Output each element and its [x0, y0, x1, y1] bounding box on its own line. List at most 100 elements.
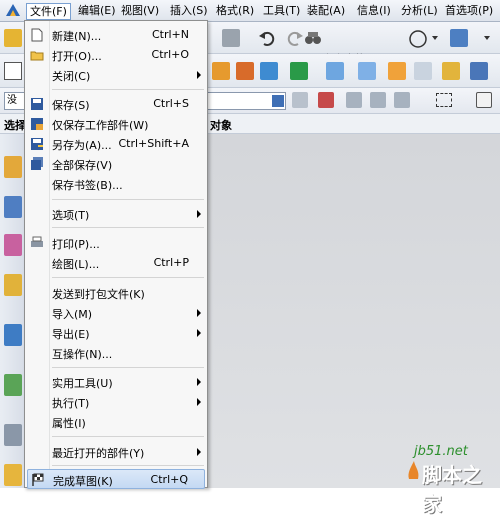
menu-item-shortcut: Ctrl+N: [151, 28, 189, 41]
web-browser-icon[interactable]: [4, 324, 22, 346]
object-label: 对象: [210, 119, 232, 132]
menubar: 文件(F) 编辑(E) 视图(V) 插入(S) 格式(R) 工具(T) 装配(A…: [0, 0, 500, 22]
block-icon[interactable]: [326, 62, 344, 80]
general-selection-icon[interactable]: [292, 92, 308, 108]
menu-file[interactable]: 文件(F): [26, 3, 71, 20]
assembly-navigator-icon[interactable]: [4, 196, 22, 218]
menu-item-shortcut: Ctrl+P: [153, 256, 189, 269]
finish-sketch-flag-icon: [32, 473, 44, 486]
menu-item-save-all[interactable]: 全部保存(V): [27, 154, 205, 174]
selection-label: 选择: [4, 119, 26, 132]
menu-item-label: 仅保存工作部件(W): [52, 119, 149, 132]
shell-icon[interactable]: [442, 62, 460, 80]
menu-item-import[interactable]: 导入(M): [27, 303, 205, 323]
menu-item-open[interactable]: 打开(O)... Ctrl+O: [27, 45, 205, 65]
snap-point-icon[interactable]: [318, 92, 334, 108]
submenu-arrow-icon: [197, 398, 201, 406]
sketch-icon[interactable]: [4, 62, 22, 80]
menu-item-label: 选项(T): [52, 209, 90, 222]
blend-icon[interactable]: [388, 62, 406, 80]
menu-item-shortcut: Ctrl+O: [151, 48, 189, 61]
menu-tools[interactable]: 工具(T): [260, 3, 303, 20]
menu-item-interoperate[interactable]: 互操作(N)...: [27, 343, 205, 363]
menu-view[interactable]: 视图(V): [118, 3, 162, 20]
menu-item-finish-sketch[interactable]: 完成草图(K) Ctrl+Q: [27, 469, 205, 489]
new-file-icon: [31, 28, 43, 42]
menu-item-recent-parts[interactable]: 最近打开的部件(Y): [27, 442, 205, 462]
menu-item-label: 关闭(C): [52, 70, 91, 83]
start-icon[interactable]: [4, 29, 22, 47]
menu-item-new[interactable]: 新建(N)... Ctrl+N: [27, 25, 205, 45]
open-folder-icon: [30, 51, 44, 61]
menu-item-shortcut: Ctrl+S: [153, 97, 189, 110]
menu-preferences[interactable]: 首选项(P): [442, 3, 496, 20]
clock-icon[interactable]: [4, 424, 22, 446]
part-navigator-icon[interactable]: [4, 156, 22, 178]
nx-logo-icon[interactable]: [4, 2, 22, 20]
menu-analysis[interactable]: 分析(L): [398, 3, 441, 20]
surface-icon[interactable]: [358, 62, 376, 80]
menu-item-label: 导入(M): [52, 308, 93, 321]
select-curves-icon[interactable]: [394, 92, 410, 108]
menu-item-label: 全部保存(V): [52, 159, 113, 172]
chevron-down-icon[interactable]: [432, 36, 438, 40]
menu-item-label: 实用工具(U): [52, 377, 113, 390]
menu-format[interactable]: 格式(R): [213, 3, 257, 20]
menu-item-label: 另存为(A)...: [52, 139, 112, 152]
menu-item-label: 打开(O)...: [52, 50, 102, 63]
rectangle-select-icon[interactable]: [436, 93, 452, 107]
datum-csys-icon[interactable]: [290, 62, 308, 80]
circle-tool-icon[interactable]: [408, 29, 428, 49]
view-orient-icon[interactable]: [450, 29, 468, 47]
menu-item-save-bookmark[interactable]: 保存书签(B)...: [27, 174, 205, 194]
redo-icon[interactable]: [286, 30, 304, 46]
menu-information[interactable]: 信息(I): [354, 3, 394, 20]
menu-item-label: 导出(E): [52, 328, 90, 341]
pattern-icon[interactable]: [470, 62, 488, 80]
paste-icon[interactable]: [222, 29, 240, 47]
history-icon[interactable]: [4, 374, 22, 396]
menu-item-properties[interactable]: 属性(I): [27, 412, 205, 432]
datum-plane-icon[interactable]: [260, 62, 278, 80]
chevron-down-icon[interactable]: [272, 95, 284, 107]
submenu-arrow-icon: [197, 210, 201, 218]
menu-item-close[interactable]: 关闭(C): [27, 65, 205, 85]
undo-icon[interactable]: [258, 30, 276, 46]
binoculars-icon[interactable]: [304, 30, 322, 46]
menu-item-utilities[interactable]: 实用工具(U): [27, 372, 205, 392]
menu-item-plot[interactable]: 绘图(L)... Ctrl+P: [27, 253, 205, 273]
menu-item-label: 完成草图(K): [53, 475, 113, 488]
menu-item-send-to-package[interactable]: 发送到打包文件(K): [27, 283, 205, 303]
menu-item-save-as[interactable]: 另存为(A)... Ctrl+Shift+A: [27, 134, 205, 154]
menu-item-export[interactable]: 导出(E): [27, 323, 205, 343]
extrude-icon[interactable]: [212, 62, 230, 80]
menu-item-options[interactable]: 选项(T): [27, 204, 205, 224]
menu-item-print[interactable]: 打印(P)...: [27, 233, 205, 253]
snap-grid-icon[interactable]: [476, 92, 492, 108]
select-edges-icon[interactable]: [370, 92, 386, 108]
menu-item-shortcut: Ctrl+Shift+A: [118, 137, 189, 150]
menu-item-label: 执行(T): [52, 397, 90, 410]
menu-item-save-work-part[interactable]: 仅保存工作部件(W): [27, 114, 205, 134]
file-menu: 新建(N)... Ctrl+N 打开(O)... Ctrl+O 关闭(C) 保存…: [24, 20, 208, 489]
menu-item-label: 互操作(N)...: [52, 348, 113, 361]
menu-separator: [52, 89, 204, 90]
select-faces-icon[interactable]: [346, 92, 362, 108]
menu-assembly[interactable]: 装配(A): [304, 3, 348, 20]
type-filter-dropdown[interactable]: 没: [4, 92, 26, 110]
chamfer-icon[interactable]: [414, 62, 432, 80]
menu-edit[interactable]: 编辑(E): [75, 3, 119, 20]
menu-item-execute[interactable]: 执行(T): [27, 392, 205, 412]
menu-separator: [52, 436, 204, 437]
chevron-down-icon[interactable]: [484, 36, 490, 40]
menu-item-save[interactable]: 保存(S) Ctrl+S: [27, 94, 205, 114]
submenu-arrow-icon: [197, 71, 201, 79]
revolve-icon[interactable]: [236, 62, 254, 80]
constraint-navigator-icon[interactable]: [4, 234, 22, 256]
menu-item-label: 属性(I): [52, 417, 86, 430]
watermark-logo-icon: [408, 461, 419, 479]
reuse-library-icon[interactable]: [4, 274, 22, 296]
menu-insert[interactable]: 插入(S): [167, 3, 211, 20]
menu-separator: [52, 367, 204, 368]
roles-icon[interactable]: [4, 464, 22, 486]
